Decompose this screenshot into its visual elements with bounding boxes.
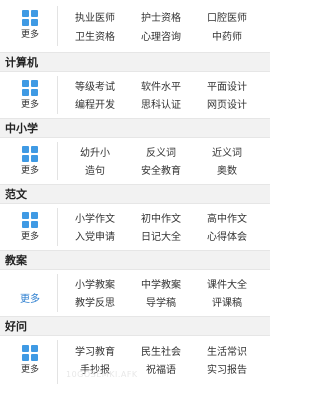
link-item[interactable]: 平面设计: [194, 81, 260, 94]
section-header-computer: 计算机: [0, 52, 270, 72]
link-item[interactable]: 实习报告: [194, 364, 260, 377]
link-item[interactable]: 心理咨询: [128, 31, 194, 44]
more-label: 更多: [20, 365, 39, 375]
section-title: 范文: [5, 188, 27, 201]
link-item[interactable]: 入党申请: [62, 231, 128, 244]
category-page: 更多 执业医师 护士资格 口腔医师 卫生资格 心理咨询 中药师 计算机 更多 等…: [0, 0, 270, 396]
watermark: 10GOSEMKI.AFK: [66, 370, 138, 379]
link-item[interactable]: 小学教案: [62, 279, 128, 292]
grid-icon: [22, 345, 38, 361]
grid-icon: [22, 146, 38, 162]
link-item[interactable]: 造句: [62, 165, 128, 178]
link-item[interactable]: 高中作文: [194, 213, 260, 226]
section-lesson-plan: 更多 小学教案 中学教案 课件大全 教学反思 导学稿 评课稿: [0, 270, 270, 316]
link-item[interactable]: 中药师: [194, 31, 260, 44]
link-item[interactable]: 编程开发: [62, 99, 128, 112]
section-title: 中小学: [5, 122, 38, 135]
divider: [57, 340, 58, 384]
more-button[interactable]: 更多: [10, 345, 50, 376]
more-label: 更多: [20, 100, 39, 110]
section-title: 好问: [5, 320, 27, 333]
link-item[interactable]: 执业医师: [62, 12, 128, 25]
grid-icon: [22, 10, 38, 26]
link-item[interactable]: 日记大全: [128, 231, 194, 244]
more-label: 更多: [20, 166, 39, 176]
link-item[interactable]: 反义词: [128, 147, 194, 160]
link-item[interactable]: 教学反思: [62, 297, 128, 310]
section-computer: 更多 等级考试 软件水平 平面设计 编程开发 思科认证 网页设计: [0, 72, 270, 118]
more-button[interactable]: 更多: [10, 290, 50, 305]
more-button[interactable]: 更多: [10, 212, 50, 243]
link-item[interactable]: 心得体会: [194, 231, 260, 244]
link-item[interactable]: 卫生资格: [62, 31, 128, 44]
link-item[interactable]: 导学稿: [128, 297, 194, 310]
section-title: 教案: [5, 254, 27, 267]
divider: [57, 6, 58, 46]
link-item[interactable]: 等级考试: [62, 81, 128, 94]
more-label: 更多: [20, 232, 39, 242]
section-school: 更多 幼升小 反义词 近义词 造句 安全教育 奥数: [0, 138, 270, 184]
link-item[interactable]: 学习教育: [62, 346, 128, 359]
section-header-essay: 范文: [0, 184, 270, 204]
link-item[interactable]: 网页设计: [194, 99, 260, 112]
section-qa: 更多 学习教育 民生社会 生活常识 手抄报 祝福语 实习报告: [0, 336, 270, 396]
link-item[interactable]: 奥数: [194, 165, 260, 178]
divider: [57, 208, 58, 246]
link-item[interactable]: 民生社会: [128, 346, 194, 359]
link-item[interactable]: 思科认证: [128, 99, 194, 112]
link-item[interactable]: 安全教育: [128, 165, 194, 178]
link-item[interactable]: 课件大全: [194, 279, 260, 292]
section-medical: 更多 执业医师 护士资格 口腔医师 卫生资格 心理咨询 中药师: [0, 0, 270, 52]
more-label: 更多: [20, 294, 40, 305]
divider: [57, 142, 58, 180]
section-header-qa: 好问: [0, 316, 270, 336]
link-item[interactable]: 软件水平: [128, 81, 194, 94]
link-item[interactable]: 护士资格: [128, 12, 194, 25]
link-item[interactable]: 口腔医师: [194, 12, 260, 25]
link-item[interactable]: 评课稿: [194, 297, 260, 310]
divider: [57, 274, 58, 312]
link-item[interactable]: 初中作文: [128, 213, 194, 226]
link-item[interactable]: 近义词: [194, 147, 260, 160]
section-header-lesson-plan: 教案: [0, 250, 270, 270]
link-item[interactable]: 中学教案: [128, 279, 194, 292]
link-item[interactable]: 幼升小: [62, 147, 128, 160]
more-button[interactable]: 更多: [10, 10, 50, 41]
link-item[interactable]: 生活常识: [194, 346, 260, 359]
grid-icon: [22, 80, 38, 96]
section-essay: 更多 小学作文 初中作文 高中作文 入党申请 日记大全 心得体会: [0, 204, 270, 250]
section-title: 计算机: [5, 56, 38, 69]
grid-icon: [22, 212, 38, 228]
more-button[interactable]: 更多: [10, 146, 50, 177]
divider: [57, 76, 58, 114]
more-label: 更多: [20, 30, 39, 40]
link-item[interactable]: 小学作文: [62, 213, 128, 226]
more-button[interactable]: 更多: [10, 80, 50, 111]
section-header-school: 中小学: [0, 118, 270, 138]
